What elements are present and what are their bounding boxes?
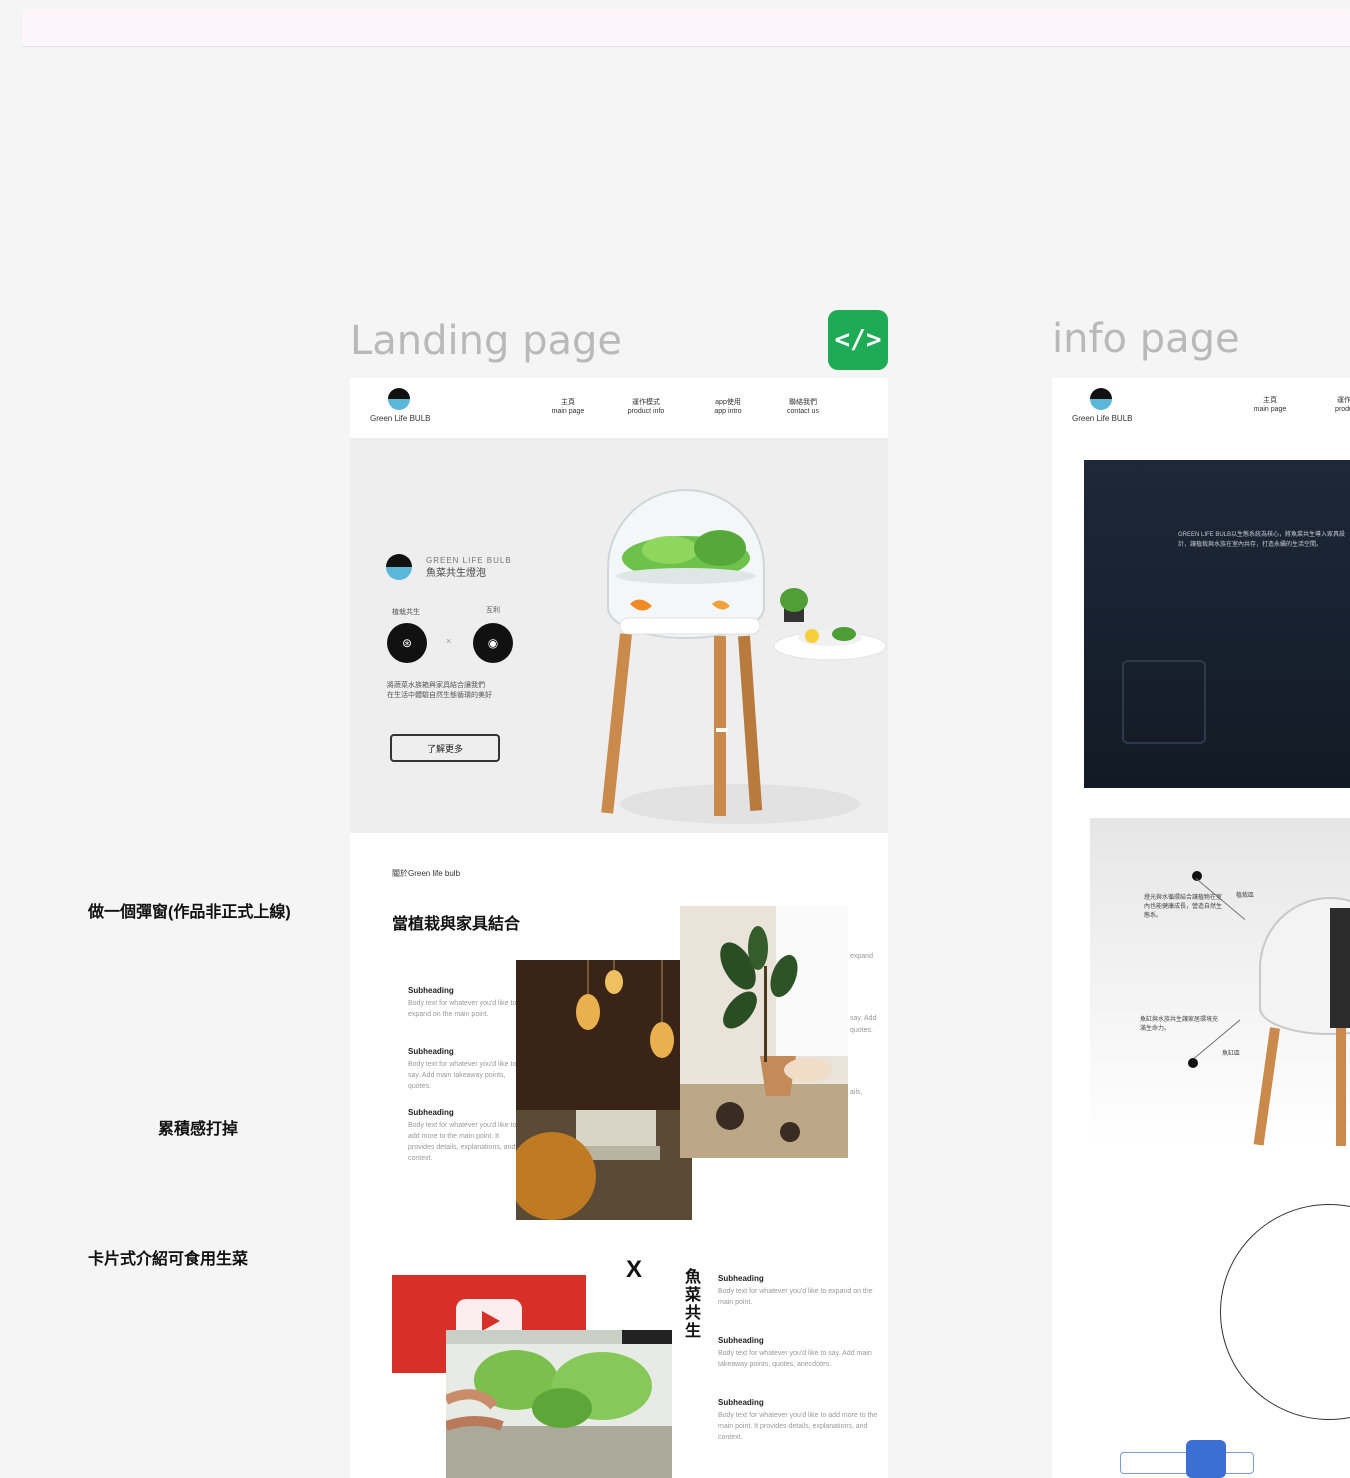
landing-page-frame[interactable]: Green Life BULB 主頁 main page 運作模式 product … — [350, 378, 888, 1478]
times-symbol: × — [446, 636, 452, 646]
nav-item-app[interactable]: app使用 app intro — [706, 398, 750, 416]
about-frag-3: quotes. — [850, 1027, 873, 1034]
info-frame-title[interactable]: info page — [1052, 316, 1240, 362]
aquaponics-item-3: Subheading Body text for whatever you'd … — [718, 1398, 878, 1441]
armchair-shape — [1122, 660, 1206, 744]
product-side-image — [1253, 897, 1350, 1146]
hero-section: GREEN LIFE BULB 魚菜共生燈泡 植栽共生 互利 ⊛ × ◉ 將蔬菜… — [350, 438, 888, 833]
info-nav-item-main[interactable]: 主頁 main page — [1248, 396, 1292, 414]
about-item-2: Subheading Body text for whatever you'd … — [408, 1047, 517, 1090]
about-frag-4: ails, — [850, 1089, 863, 1096]
info-brand-logo-icon — [1090, 388, 1112, 410]
aquaponics-item-2: Subheading Body text for whatever you'd … — [718, 1336, 872, 1368]
dark-room-image: GREEN LIFE BULB以生態系統為核心，將魚菜共生導入家具設計，讓植栽與… — [1084, 460, 1350, 788]
aquarium-product-image — [601, 489, 887, 824]
about-heading: 當植栽與家具結合 — [392, 916, 521, 933]
circle-placeholder — [1220, 1204, 1350, 1420]
hero-label-left: 植栽共生 — [392, 609, 420, 616]
about-kicker: 關於Green life bulb — [392, 869, 461, 878]
info-brand-name: Green Life BULB — [1072, 414, 1133, 423]
hero-label-right: 互利 — [486, 607, 500, 614]
annot-text-top: 燈光與水循環結合讓植物在室內也能健康成長，營造自然生態系。 — [1144, 895, 1223, 919]
potting-plant-photo — [680, 906, 848, 1158]
aquaponics-vertical-title: 魚菜共生 — [682, 1268, 699, 1340]
landing-nav-bar: Green Life BULB 主頁 main page 運作模式 product … — [350, 378, 888, 438]
annot-dot-bottom — [1188, 1058, 1198, 1068]
interior-lamp-photo — [516, 960, 692, 1220]
code-icon[interactable]: </> — [828, 310, 888, 370]
annot-text-bottom: 魚缸與水族共生讓家居環境充滿生命力。 — [1140, 1017, 1219, 1032]
comment-cards-note: 卡片式介紹可食用生菜 — [88, 1251, 249, 1268]
about-item-1: Subheading Body text for whatever you'd … — [408, 986, 517, 1018]
dark-room-text: GREEN LIFE BULB以生態系統為核心，將魚菜共生導入家具設計，讓植栽與… — [1178, 532, 1346, 548]
annot-label-bottom: 魚缸區 — [1222, 1051, 1241, 1057]
fish-circle-icon: ◉ — [473, 623, 513, 663]
hero-brand-en: GREEN LIFE BULB — [426, 556, 512, 565]
top-toolbar — [22, 10, 1350, 47]
about-frag-1: expand — [850, 953, 873, 960]
nav-item-contact[interactable]: 聯絡我們 contact us — [778, 398, 828, 416]
hydroponic-lettuce-photo — [446, 1330, 672, 1478]
info-page-frame[interactable]: Green Life BULB 主頁main page 運作produ GREE… — [1052, 378, 1350, 1478]
nav-item-main[interactable]: 主頁 main page — [546, 398, 590, 416]
product-detail-image: 燈光與水循環結合讓植物在室內也能健康成長，營造自然生態系。 植栽區 魚缸與水族共… — [1090, 818, 1350, 1146]
landing-frame-title[interactable]: Landing page — [350, 318, 622, 364]
comment-popup-note: 做一個彈窗(作品非正式上線) — [88, 904, 291, 921]
close-x-mark[interactable]: X — [626, 1256, 642, 1284]
learn-more-button[interactable]: 了解更多 — [390, 734, 500, 762]
hero-brand-zh: 魚菜共生燈泡 — [426, 568, 486, 579]
hero-desc: 將蔬菜水族箱與家具結合讓我們 在生活中體驗自然生態循環的美好 — [387, 682, 492, 699]
plant-circle-icon: ⊛ — [387, 623, 427, 663]
comment-remove-heavy-note: 累積感打掉 — [158, 1121, 239, 1138]
about-frag-2: say. Add — [850, 1015, 877, 1022]
about-item-3: Subheading Body text for whatever you'd … — [408, 1108, 517, 1162]
brand-logo-icon — [388, 388, 410, 410]
slider-handle[interactable] — [1186, 1440, 1226, 1478]
info-nav-item-product[interactable]: 運作produ — [1324, 396, 1350, 414]
nav-item-product[interactable]: 運作模式 product info — [620, 398, 672, 416]
aquaponics-item-1: Subheading Body text for whatever you'd … — [718, 1274, 873, 1306]
brand-name: Green Life BULB — [370, 414, 431, 423]
hero-logo-icon — [386, 554, 412, 580]
